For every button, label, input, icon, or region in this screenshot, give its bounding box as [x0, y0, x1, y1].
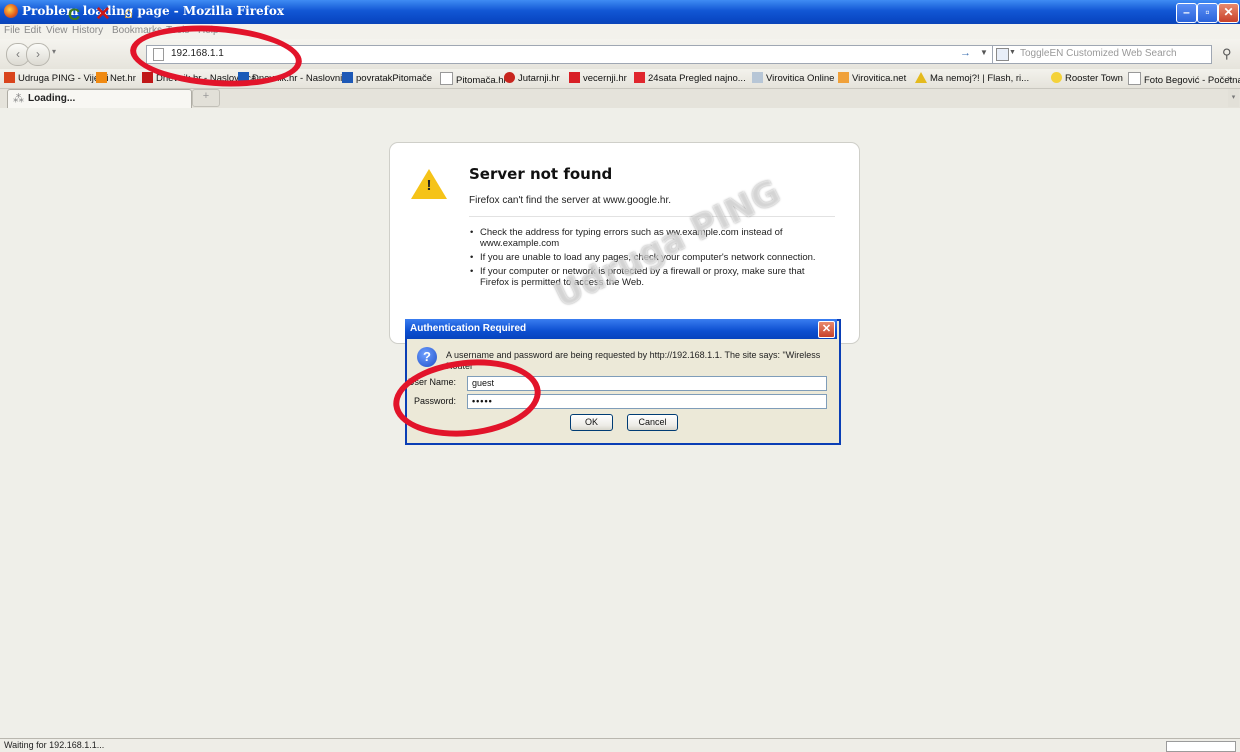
cancel-button[interactable]: Cancel	[627, 414, 678, 431]
error-divider	[469, 216, 835, 217]
menu-history[interactable]: History	[72, 25, 103, 36]
stop-icon[interactable]: ✕	[95, 3, 111, 26]
search-engine-dropdown-icon[interactable]: ▼	[1009, 49, 1016, 56]
window-title: Problem loading page - Mozilla Firefox	[22, 4, 285, 18]
ping-favicon-icon	[4, 72, 15, 83]
maximize-button[interactable]: ▫	[1197, 3, 1218, 23]
bookmark-item[interactable]: Foto Begović - Početna	[1128, 72, 1240, 86]
history-dropdown-icon[interactable]: ▾	[52, 47, 56, 56]
bookmarks-overflow-icon[interactable]: »	[1227, 73, 1233, 84]
bookmark-item[interactable]: Virovitica.net	[838, 72, 906, 84]
progress-bar	[1166, 741, 1236, 752]
search-bar[interactable]: ▼ ToggleEN Customized Web Search	[992, 45, 1212, 64]
24sata-favicon-icon	[634, 72, 645, 83]
menu-edit[interactable]: Edit	[24, 25, 41, 36]
rooster-favicon-icon	[1051, 72, 1062, 83]
firefox-logo-icon	[4, 4, 18, 18]
forward-button[interactable]: ›	[26, 43, 50, 66]
question-icon: ?	[417, 347, 437, 367]
new-tab-button[interactable]: +	[192, 89, 220, 107]
virovitica-favicon-icon	[752, 72, 763, 83]
bookmark-item[interactable]: Ma nemoj?! | Flash, ri...	[915, 72, 1029, 84]
search-input[interactable]: ToggleEN Customized Web Search	[1020, 48, 1177, 59]
error-description: Firefox can't find the server at www.goo…	[469, 195, 672, 206]
tab-label: Loading...	[28, 93, 76, 104]
vecernji-favicon-icon	[569, 72, 580, 83]
search-engine-icon[interactable]	[996, 48, 1009, 61]
url-dropdown-icon[interactable]: ▼	[980, 48, 988, 57]
ok-button[interactable]: OK	[570, 414, 613, 431]
warning-exclamation: !	[426, 177, 432, 194]
bookmark-item[interactable]: povratakPitomače	[342, 72, 432, 84]
minimize-button[interactable]: –	[1176, 3, 1197, 23]
search-icon[interactable]: ⚲	[1222, 46, 1232, 62]
tab-loading[interactable]: ⁂ Loading...	[7, 89, 192, 108]
dnevnik-favicon-icon	[142, 72, 153, 83]
home-icon[interactable]: ⌂	[124, 5, 133, 22]
bookmark-item[interactable]: Net.hr	[96, 72, 136, 84]
bookmark-item[interactable]: 24sata Pregled najno...	[634, 72, 746, 84]
close-window-button[interactable]: ✕	[1218, 3, 1239, 23]
page-favicon-icon	[1128, 72, 1141, 85]
bookmark-item[interactable]: Udruga PING - Vijesti	[4, 72, 109, 84]
auth-dialog-titlebar: Authentication Required	[405, 319, 837, 339]
go-arrow-icon[interactable]: →	[960, 47, 971, 59]
net-favicon-icon	[96, 72, 107, 83]
blogger-favicon-icon	[342, 72, 353, 83]
error-title: Server not found	[469, 165, 613, 183]
bookmark-item[interactable]: Jutarnji.hr	[504, 72, 560, 84]
bookmark-item[interactable]: Rooster Town	[1051, 72, 1123, 84]
bookmark-item[interactable]: vecernji.hr	[569, 72, 627, 84]
jutarnji-favicon-icon	[504, 72, 515, 83]
page-favicon-icon	[440, 72, 453, 85]
reload-icon[interactable]: C	[68, 5, 80, 25]
warning-favicon-icon	[915, 72, 927, 83]
dialog-close-button[interactable]: ✕	[818, 321, 835, 338]
virovitica-net-favicon-icon	[838, 72, 849, 83]
loading-spinner-icon: ⁂	[13, 93, 24, 105]
bookmark-item[interactable]: Virovitica Online	[752, 72, 834, 84]
status-bar: Waiting for 192.168.1.1...	[0, 738, 1240, 752]
menu-view[interactable]: View	[46, 25, 68, 36]
status-text: Waiting for 192.168.1.1...	[4, 740, 105, 750]
menu-file[interactable]: File	[4, 25, 20, 36]
title-bar: Problem loading page - Mozilla Firefox –…	[0, 0, 1240, 24]
tab-list-icon[interactable]: ▾	[1228, 89, 1239, 107]
bookmark-item[interactable]: Pitomača.hr	[440, 72, 507, 86]
auth-dialog-title: Authentication Required	[410, 323, 527, 334]
